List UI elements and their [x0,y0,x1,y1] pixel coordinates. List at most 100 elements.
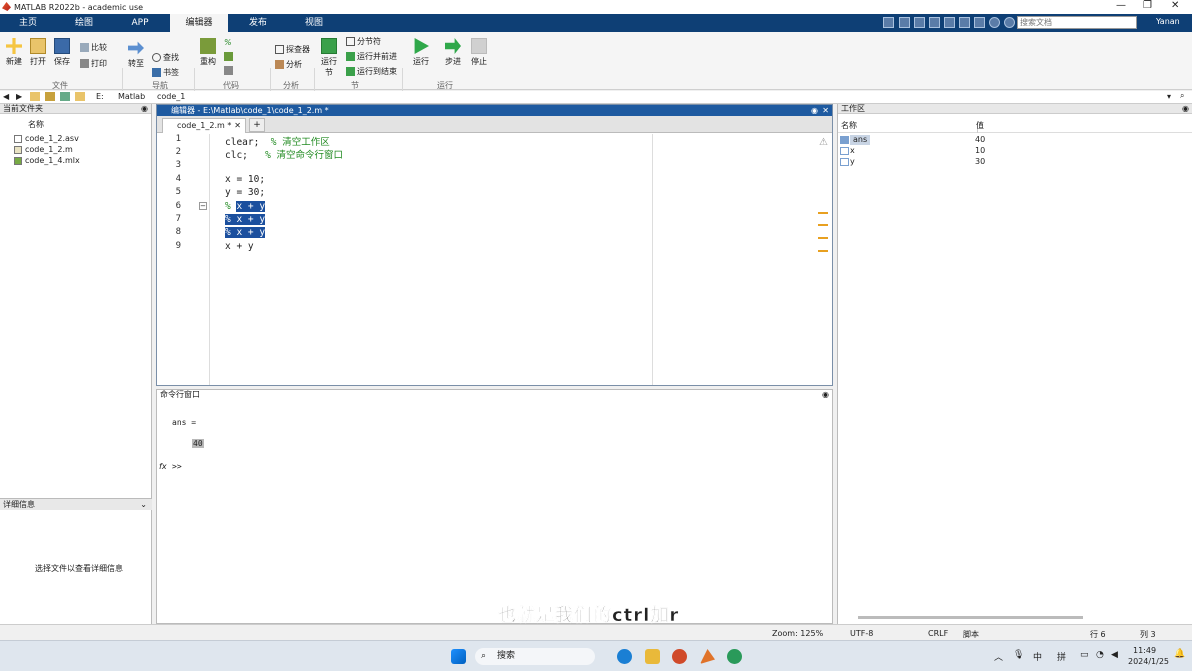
warning-marker[interactable] [818,224,828,226]
section-break-button[interactable]: 分节符 [346,36,381,47]
path-segment-matlab[interactable]: Matlab [118,92,145,101]
code-area[interactable]: 1 clear; % 清空工作区 2 clc; % 清空命令行窗口 3 4 x … [157,134,832,385]
forward-icon[interactable]: ▶ [16,92,22,101]
warning-marker[interactable] [818,237,828,239]
stop-button[interactable]: 停止 [468,38,490,67]
workspace-options-icon[interactable]: ◉ [1182,104,1189,114]
code-line[interactable]: clc; % 清空命令行窗口 [225,147,343,161]
path-dropdown-icon[interactable]: ▾ [1167,92,1171,101]
code-line[interactable]: x = 10; [225,174,265,185]
path-segment-drive[interactable]: E: [96,92,104,101]
open-button[interactable]: 打开 [28,38,48,67]
print-button[interactable]: 打印 [80,58,107,69]
minimize-button[interactable]: — [1116,0,1126,11]
notification-icon[interactable]: 🔔 [1174,649,1185,659]
app-icon[interactable] [727,649,742,664]
goto-button[interactable]: 转至 [126,40,146,69]
volume-icon[interactable]: ◀ [1111,650,1118,660]
bookmark-button[interactable]: 书签 [152,67,179,78]
new-tab-button[interactable]: + [249,118,265,132]
undo-icon[interactable] [944,17,955,28]
close-button[interactable]: ✕ [1171,0,1179,11]
community-icon[interactable] [1004,17,1015,28]
paste-icon[interactable] [929,17,940,28]
command-window[interactable]: 命令行窗口 ◉ ans = 40 fx >> [156,389,833,624]
help-icon[interactable] [989,17,1000,28]
save-icon[interactable] [883,17,894,28]
browse-icon[interactable] [45,92,55,101]
find-button[interactable]: 查找 [152,52,179,63]
fx-icon[interactable]: fx [159,462,167,471]
code-line[interactable]: % x + y [225,227,266,238]
name-column-header[interactable]: 名称 [28,119,44,130]
editor-close-icon[interactable]: ✕ [822,105,829,116]
user-menu[interactable]: Yanan [1156,17,1180,26]
redo-icon[interactable] [959,17,970,28]
code-line[interactable]: % x + y [225,201,266,212]
editor-options-icon[interactable]: ◉ [811,105,818,116]
copy-icon[interactable] [914,17,925,28]
details-header[interactable]: 详细信息 ⌄ [0,498,152,510]
tab-code-1-2[interactable]: code_1_2.m * ✕ [162,118,246,133]
warning-marker[interactable] [818,212,828,214]
file-explorer-icon[interactable] [645,649,660,664]
warning-icon[interactable]: ⚠ [819,137,828,148]
tab-close-icon[interactable]: ✕ [234,119,241,132]
edge-icon[interactable] [617,649,632,664]
name-column-header[interactable]: 名称 [841,121,857,131]
comment-button[interactable]: % [224,38,232,47]
run-button[interactable]: 运行 [410,38,432,67]
clock-time[interactable]: 11:49 [1133,646,1156,655]
code-line[interactable]: y = 30; [225,187,265,198]
compare-button[interactable]: 比较 [80,42,107,53]
command-options-icon[interactable]: ◉ [822,390,829,400]
save-button[interactable]: 保存 [52,38,72,67]
clock-date[interactable]: 2024/1/25 [1128,657,1169,666]
command-prompt[interactable]: >> [172,462,182,471]
tab-publish[interactable]: 发布 [230,14,286,32]
wifi-icon[interactable]: ◔ [1096,650,1104,660]
search-icon[interactable]: ⌕ [1126,17,1131,27]
tab-view[interactable]: 视图 [286,14,342,32]
cut-icon[interactable] [899,17,910,28]
chevron-down-icon[interactable]: ⌄ [140,499,147,510]
profiler-button[interactable]: 探查器 [275,44,310,55]
matlab-taskbar-icon[interactable] [700,649,715,664]
network-icon[interactable]: ▭ [1080,650,1089,660]
workspace-row-y[interactable]: y 30 [838,157,1192,167]
tab-home[interactable]: 主页 [0,14,56,32]
fold-icon[interactable]: − [199,202,207,210]
code-line[interactable]: x + y [225,241,254,252]
microphone-icon[interactable]: 🎙 [1013,650,1024,660]
path-segment-code1[interactable]: code_1 [157,92,185,101]
folder-icon[interactable] [60,92,70,101]
run-advance-button[interactable]: 运行并前进 [346,51,397,62]
panel-menu-icon[interactable]: ◉ [141,104,148,114]
maximize-button[interactable]: ❐ [1143,0,1152,11]
folder-up-icon[interactable] [30,92,40,101]
powerpoint-icon[interactable] [672,649,687,664]
switch-windows-icon[interactable] [974,17,985,28]
taskbar-search[interactable]: ⌕ 搜索 [475,648,595,665]
new-button[interactable]: 新建 [4,38,24,67]
file-item[interactable]: code_1_2.m [14,145,73,154]
tab-editor[interactable]: 编辑器 [170,14,228,32]
run-to-end-button[interactable]: 运行到结束 [346,66,397,77]
search-docs-input[interactable]: 搜索文档 [1017,16,1137,29]
analyze-button[interactable]: 分析 [275,59,302,70]
code-line[interactable]: clear; % 清空工作区 [225,134,330,148]
run-section-button[interactable]: 运行节 [318,38,340,78]
value-column-header[interactable]: 值 [976,121,984,131]
ime-mode[interactable]: 拼 [1057,650,1066,663]
back-icon[interactable]: ◀ [3,92,9,101]
workspace-row-ans[interactable]: ans 40 [838,135,1192,145]
tab-apps[interactable]: APP [112,14,168,32]
horizontal-scrollbar[interactable] [858,616,1083,619]
file-item[interactable]: code_1_4.mlx [14,156,80,165]
ime-lang[interactable]: 中 [1033,650,1042,663]
code-line[interactable]: % x + y [225,214,266,225]
indent-button[interactable] [224,52,233,61]
search-folder-icon[interactable]: ⌕ [1180,91,1184,101]
workspace-row-x[interactable]: x 10 [838,146,1192,156]
tray-chevron-icon[interactable]: ︿ [994,650,1003,663]
